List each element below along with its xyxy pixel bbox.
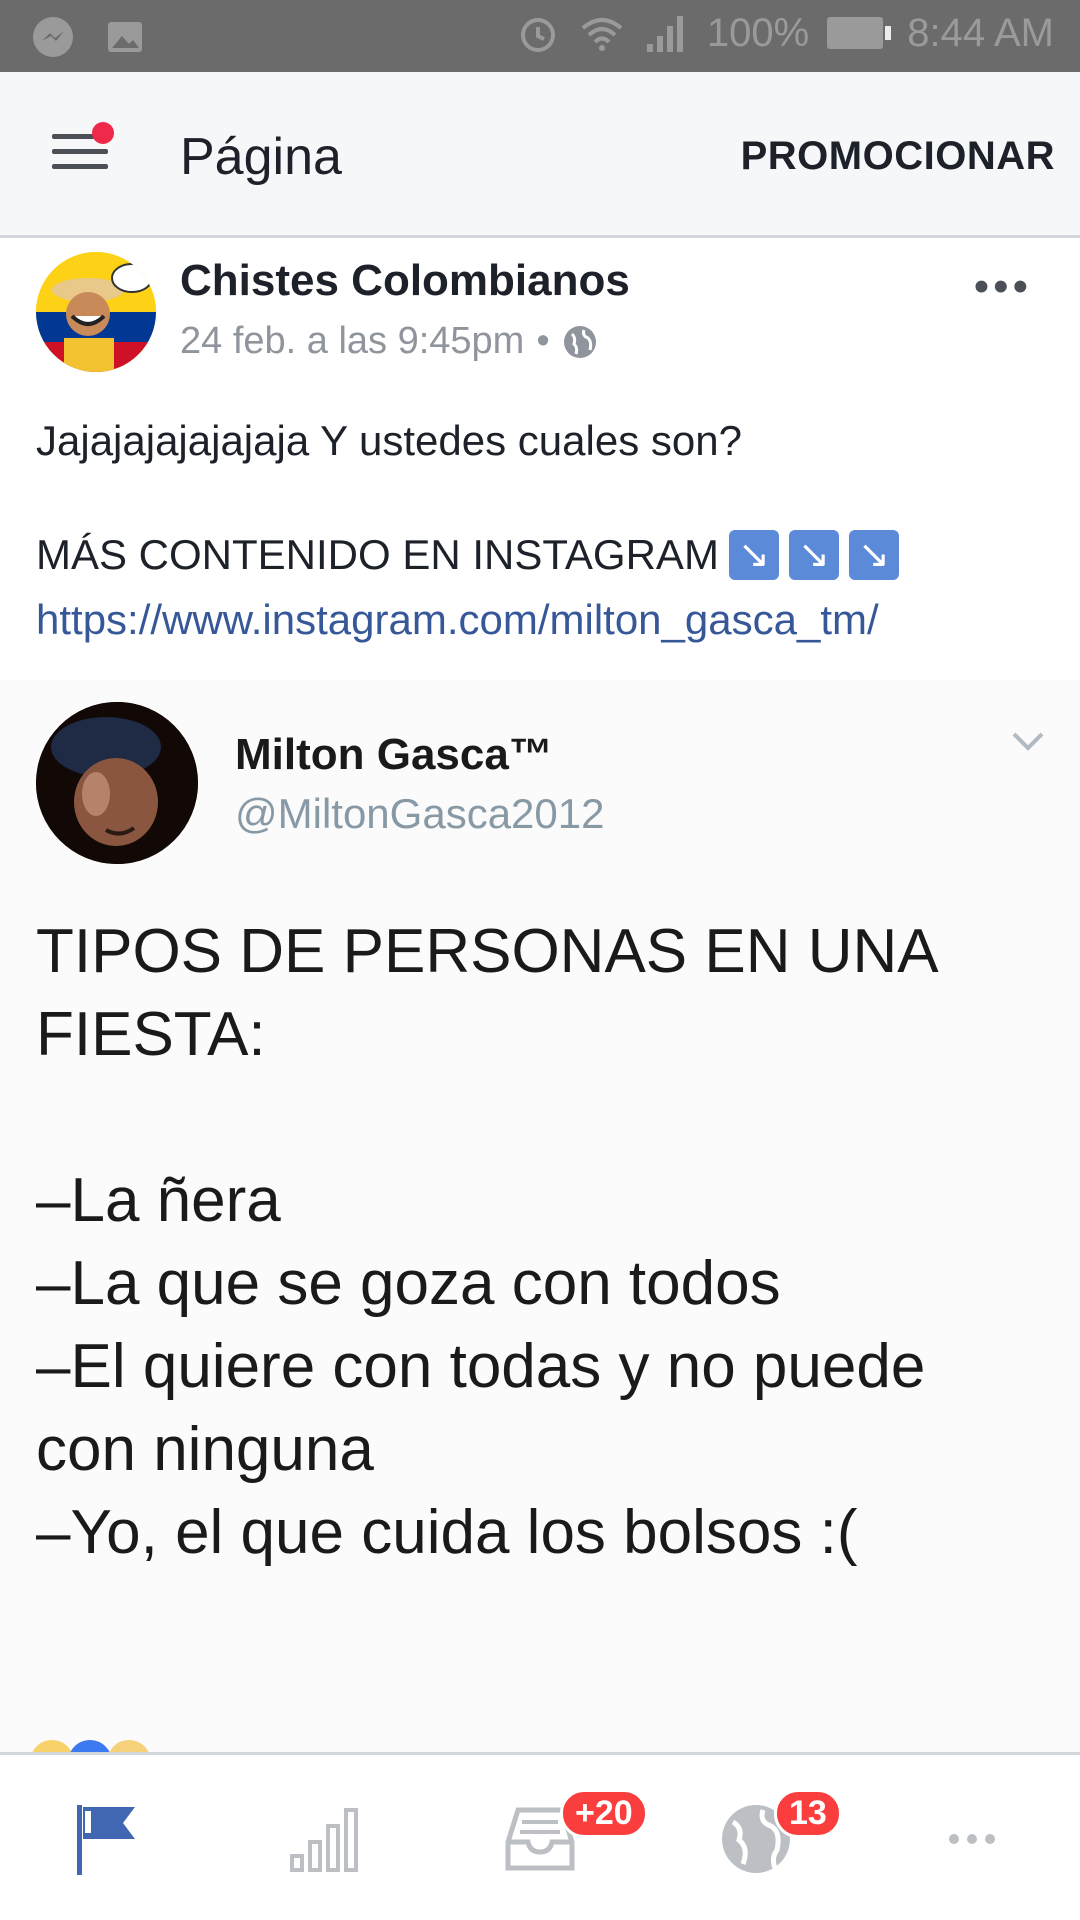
arrow-emoji-icon: ↘ — [728, 530, 779, 580]
flag-icon — [77, 1805, 135, 1875]
tweet-line: TIPOS DE PERSONAS EN UNA — [36, 917, 939, 986]
notification-dot — [92, 122, 114, 144]
status-bar-notifications — [30, 14, 148, 60]
status-bar: 100% 8:44 AM — [0, 0, 1080, 72]
page-title: Página — [180, 128, 342, 186]
promote-button[interactable]: PROMOCIONAR — [741, 134, 1055, 179]
nav-insights-tab[interactable] — [216, 1755, 432, 1920]
tweet-line — [36, 1076, 1046, 1159]
nav-inbox-tab[interactable]: +20 — [432, 1755, 648, 1920]
arrow-emoji-icon: ↘ — [788, 530, 839, 580]
tweet-line: –El quiere con todas y no puede — [36, 1332, 926, 1401]
wifi-icon — [581, 18, 623, 51]
menu-icon-bar — [52, 149, 108, 154]
tweet-line: con ninguna — [36, 1415, 374, 1484]
tweet-avatar-photo — [36, 702, 198, 864]
tweet-line: –La que se goza con todos — [36, 1249, 781, 1318]
chevron-down-icon — [1012, 732, 1044, 751]
reactions-summary[interactable] — [30, 1734, 1050, 1754]
notifications-badge: 13 — [774, 1789, 842, 1838]
post-text: Jajajajajajajaja Y ustedes cuales son? — [36, 417, 742, 464]
tweet-display-name: Milton Gasca™ — [235, 730, 553, 779]
nav-notifications-tab[interactable]: 13 — [648, 1755, 864, 1920]
nav-page-tab[interactable] — [0, 1755, 216, 1920]
nav-more-tab[interactable] — [864, 1755, 1080, 1920]
alarm-icon — [520, 18, 555, 52]
inbox-badge: +20 — [560, 1789, 648, 1838]
meta-separator: • — [536, 320, 550, 362]
tweet-avatar — [36, 702, 198, 864]
arrow-emoji-icon: ↘ — [848, 530, 899, 580]
tweet-handle: @MiltonGasca2012 — [235, 790, 605, 837]
image-icon — [108, 22, 142, 52]
promo-text: MÁS CONTENIDO EN INSTAGRAM — [36, 531, 719, 578]
status-bar-system: 100% 8:44 AM — [515, 10, 1054, 56]
clock: 8:44 AM — [907, 10, 1054, 55]
menu-icon-bar — [52, 164, 108, 169]
signal-icon — [646, 16, 683, 52]
instagram-link[interactable]: https://www.instagram.com/milton_gasca_t… — [36, 596, 879, 644]
messenger-icon — [33, 17, 73, 57]
page-name[interactable]: Chistes Colombianos — [180, 256, 630, 306]
battery-icon — [827, 17, 892, 49]
post-image-tweet[interactable]: Milton Gasca™ @MiltonGasca2012 TIPOS DE … — [0, 680, 1080, 1752]
page-logo — [36, 252, 156, 372]
more-icon — [949, 1834, 995, 1844]
tweet-line: FIESTA: — [36, 1000, 266, 1069]
post-promo-line: MÁS CONTENIDO EN INSTAGRAM ↘ ↘ ↘ — [36, 530, 899, 580]
battery-level: 100% — [706, 10, 810, 55]
bottom-nav: +20 13 — [0, 1752, 1080, 1920]
tweet-line: –Yo, el que cuida los bolsos :( — [36, 1498, 858, 1567]
page-avatar[interactable] — [36, 252, 156, 372]
tweet-line: –La ñera — [36, 1166, 281, 1235]
post-meta: 24 feb. a las 9:45pm • — [180, 320, 598, 363]
globe-privacy-icon — [563, 325, 596, 358]
post-timestamp[interactable]: 24 feb. a las 9:45pm — [180, 320, 524, 363]
tweet-text: TIPOS DE PERSONAS EN UNA FIESTA: –La ñer… — [36, 910, 1046, 1574]
post-options-button[interactable]: ••• — [974, 262, 1032, 312]
insights-icon — [290, 1808, 358, 1872]
app-header: Página PROMOCIONAR — [0, 72, 1080, 238]
